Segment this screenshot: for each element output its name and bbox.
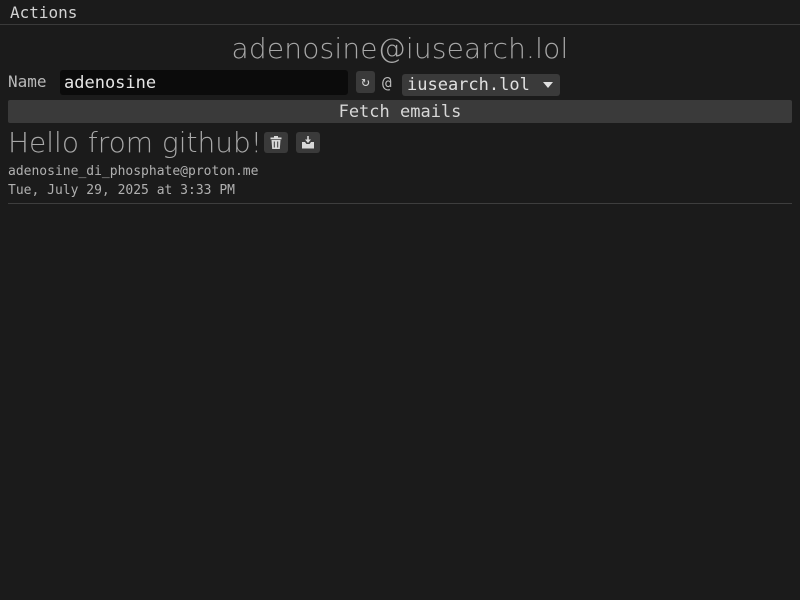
refresh-button[interactable]: ↻ <box>356 71 375 93</box>
email-date: Tue, July 29, 2025 at 3:33 PM <box>8 183 235 198</box>
delete-email-button[interactable] <box>264 132 288 153</box>
menu-bar: Actions <box>0 0 800 25</box>
trash-icon <box>270 136 282 149</box>
download-email-button[interactable] <box>296 132 320 153</box>
domain-select[interactable]: iusearch.lol <box>402 74 560 96</box>
chevron-down-icon <box>543 82 553 88</box>
email-subject: Hello from github! <box>8 126 262 159</box>
name-input[interactable] <box>60 70 348 95</box>
name-label: Name <box>8 72 47 91</box>
domain-select-value: iusearch.lol <box>407 75 530 95</box>
refresh-icon: ↻ <box>361 74 370 90</box>
download-icon <box>302 136 314 149</box>
at-sign-label: @ <box>382 73 392 92</box>
email-list-item: Hello from github! adenosine_di_phosphat… <box>8 126 792 204</box>
actions-menu[interactable]: Actions <box>10 3 77 22</box>
fetch-emails-button[interactable]: Fetch emails <box>8 100 792 123</box>
page-title: adenosine@iusearch.lol <box>231 32 569 65</box>
email-sender: adenosine_di_phosphate@proton.me <box>8 164 259 179</box>
